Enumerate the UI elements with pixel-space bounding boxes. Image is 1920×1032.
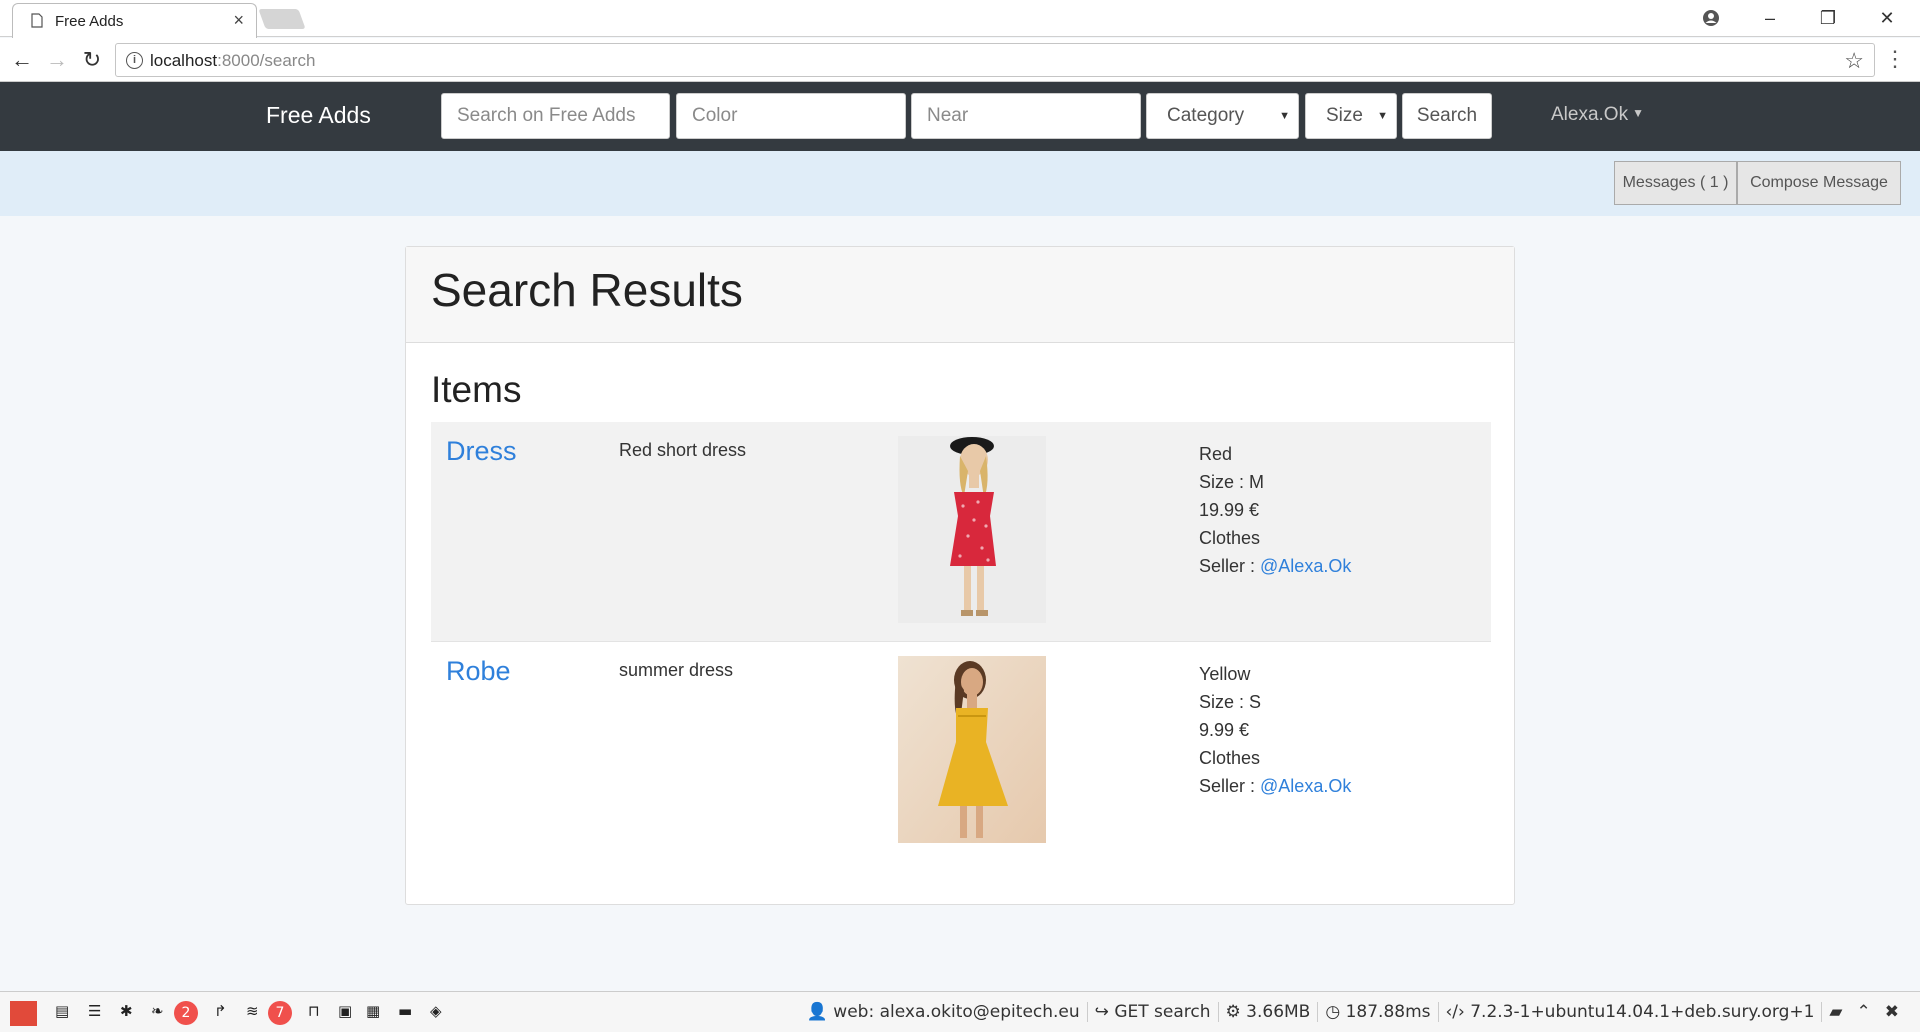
search-button[interactable]: Search bbox=[1402, 93, 1492, 139]
archive-icon[interactable]: ▬ bbox=[398, 1002, 412, 1020]
item-size: Size : M bbox=[1199, 472, 1265, 492]
item-category: Clothes bbox=[1199, 748, 1261, 768]
time-info[interactable]: ◷ 187.88ms bbox=[1317, 1002, 1437, 1022]
close-window-icon[interactable]: ✕ bbox=[1873, 4, 1901, 32]
messages-button[interactable]: Messages ( 1 ) bbox=[1614, 161, 1737, 205]
close-tab-icon[interactable]: × bbox=[233, 10, 244, 31]
search-input[interactable] bbox=[441, 93, 670, 139]
tags-icon[interactable]: ◈ bbox=[430, 1002, 442, 1020]
minimize-icon[interactable]: – bbox=[1756, 4, 1784, 32]
item-category: Clothes bbox=[1199, 528, 1261, 548]
back-icon[interactable]: ← bbox=[8, 46, 36, 74]
browser-tabbar: Free Adds × – ❐ ✕ bbox=[0, 0, 1920, 38]
size-select[interactable]: Size ▼ bbox=[1305, 93, 1397, 139]
item-details: Yellow Size : S 9.99 € Clothes Seller : … bbox=[1199, 660, 1351, 800]
timeline-icon[interactable]: ☰ bbox=[88, 1002, 101, 1020]
menu-kebab-icon[interactable]: ⋮ bbox=[1884, 46, 1906, 72]
request-icon[interactable]: ▤ bbox=[55, 1002, 69, 1020]
php-info[interactable]: ‹/› 7.2.3-1+ubuntu14.04.1+deb.sury.org+1 bbox=[1437, 1002, 1822, 1022]
category-select-label: Category bbox=[1167, 105, 1245, 126]
browser-tab[interactable]: Free Adds × bbox=[12, 3, 257, 38]
forms-icon[interactable]: ▦ bbox=[366, 1002, 380, 1020]
logs-badge[interactable]: 2 bbox=[174, 1001, 198, 1025]
item-name-link[interactable]: Robe bbox=[446, 656, 511, 687]
results-card: Search Results Items Dress Red short dre… bbox=[405, 246, 1515, 905]
seller-link[interactable]: @Alexa.Ok bbox=[1260, 776, 1351, 796]
item-seller: Seller : @Alexa.Ok bbox=[1199, 556, 1352, 576]
site-navbar: Free Adds Category ▼ Size ▼ Search Alexa… bbox=[0, 82, 1920, 151]
queries-badge[interactable]: 7 bbox=[268, 1001, 292, 1025]
brand-link[interactable]: Free Adds bbox=[266, 102, 371, 129]
user-info[interactable]: 👤 web: alexa.okito@epitech.eu bbox=[800, 1002, 1087, 1022]
item-size: Size : S bbox=[1199, 692, 1262, 712]
items-heading: Items bbox=[431, 369, 522, 410]
bookmark-star-icon[interactable]: ☆ bbox=[1844, 48, 1864, 74]
item-image[interactable] bbox=[898, 436, 1046, 623]
item-row: Dress Red short dress Red Size : M 19.99… bbox=[431, 422, 1491, 641]
item-name-link[interactable]: Dress bbox=[446, 436, 517, 467]
compose-message-button[interactable]: Compose Message bbox=[1737, 161, 1901, 205]
user-dropdown[interactable]: Alexa.Ok ▼ bbox=[1551, 104, 1644, 126]
near-input[interactable] bbox=[911, 93, 1141, 139]
debug-toolbar: ▤ ☰ ✱ ❧ 2 ↱ ≋ 7 ⊓ ▣ ▦ ▬ ◈ 👤 web: alexa.o… bbox=[0, 991, 1920, 1032]
category-select[interactable]: Category ▼ bbox=[1146, 93, 1299, 139]
page-title: Search Results bbox=[431, 264, 743, 316]
item-seller: Seller : @Alexa.Ok bbox=[1199, 776, 1352, 796]
symfony-logo-icon[interactable] bbox=[10, 1001, 37, 1026]
reload-icon[interactable]: ↻ bbox=[78, 46, 106, 74]
size-select-label: Size bbox=[1326, 105, 1363, 126]
forward-icon[interactable]: → bbox=[43, 46, 71, 74]
seller-link[interactable]: @Alexa.Ok bbox=[1260, 556, 1351, 576]
url-field[interactable]: i localhost:8000/search ☆ bbox=[115, 43, 1875, 77]
item-row: Robe summer dress Yellow Size : S 9.99 €… bbox=[431, 641, 1491, 860]
item-price: 9.99 € bbox=[1199, 720, 1250, 740]
item-color: Yellow bbox=[1199, 664, 1251, 684]
route-info[interactable]: ↪ GET search bbox=[1086, 1002, 1218, 1022]
caret-down-icon: ▼ bbox=[1279, 110, 1290, 122]
card-header: Search Results bbox=[406, 247, 1514, 343]
color-input[interactable] bbox=[676, 93, 906, 139]
lock-icon[interactable]: ▣ bbox=[338, 1002, 352, 1020]
collapse-icon[interactable]: ⌃ bbox=[1850, 1002, 1878, 1022]
bug-icon[interactable]: ✱ bbox=[120, 1002, 133, 1020]
profile-icon[interactable] bbox=[1697, 4, 1725, 32]
inbox-icon[interactable]: ⊓ bbox=[308, 1002, 320, 1020]
close-toolbar-icon[interactable]: ✖ bbox=[1878, 1002, 1906, 1022]
item-price: 19.99 € bbox=[1199, 500, 1260, 520]
item-image[interactable] bbox=[898, 656, 1046, 843]
caret-down-icon: ▼ bbox=[1377, 110, 1388, 122]
info-icon[interactable]: i bbox=[126, 52, 143, 69]
caret-down-icon: ▼ bbox=[1632, 106, 1644, 120]
page-icon bbox=[31, 13, 43, 28]
new-tab-button[interactable] bbox=[258, 9, 306, 29]
item-description: summer dress bbox=[619, 660, 734, 680]
item-details: Red Size : M 19.99 € Clothes Seller : @A… bbox=[1199, 440, 1351, 580]
folder-icon[interactable]: ▰ bbox=[1821, 1002, 1849, 1022]
memory-info[interactable]: ⚙ 3.66MB bbox=[1217, 1002, 1318, 1022]
debug-info: 👤 web: alexa.okito@epitech.eu ↪ GET sear… bbox=[800, 1002, 1906, 1022]
address-bar: ← → ↻ i localhost:8000/search ☆ ⋮ bbox=[0, 38, 1920, 82]
item-description: Red short dress bbox=[619, 440, 747, 460]
url-text: localhost:8000/search bbox=[150, 51, 316, 70]
item-color: Red bbox=[1199, 444, 1233, 464]
logs-icon[interactable]: ❧ bbox=[151, 1002, 164, 1020]
restore-icon[interactable]: ❐ bbox=[1814, 4, 1842, 32]
user-name: Alexa.Ok bbox=[1551, 104, 1629, 125]
message-bar: Messages ( 1 ) Compose Message bbox=[0, 151, 1920, 216]
redirect-icon[interactable]: ↱ bbox=[214, 1002, 227, 1020]
database-icon[interactable]: ≋ bbox=[246, 1002, 259, 1020]
tab-title: Free Adds bbox=[55, 13, 124, 30]
